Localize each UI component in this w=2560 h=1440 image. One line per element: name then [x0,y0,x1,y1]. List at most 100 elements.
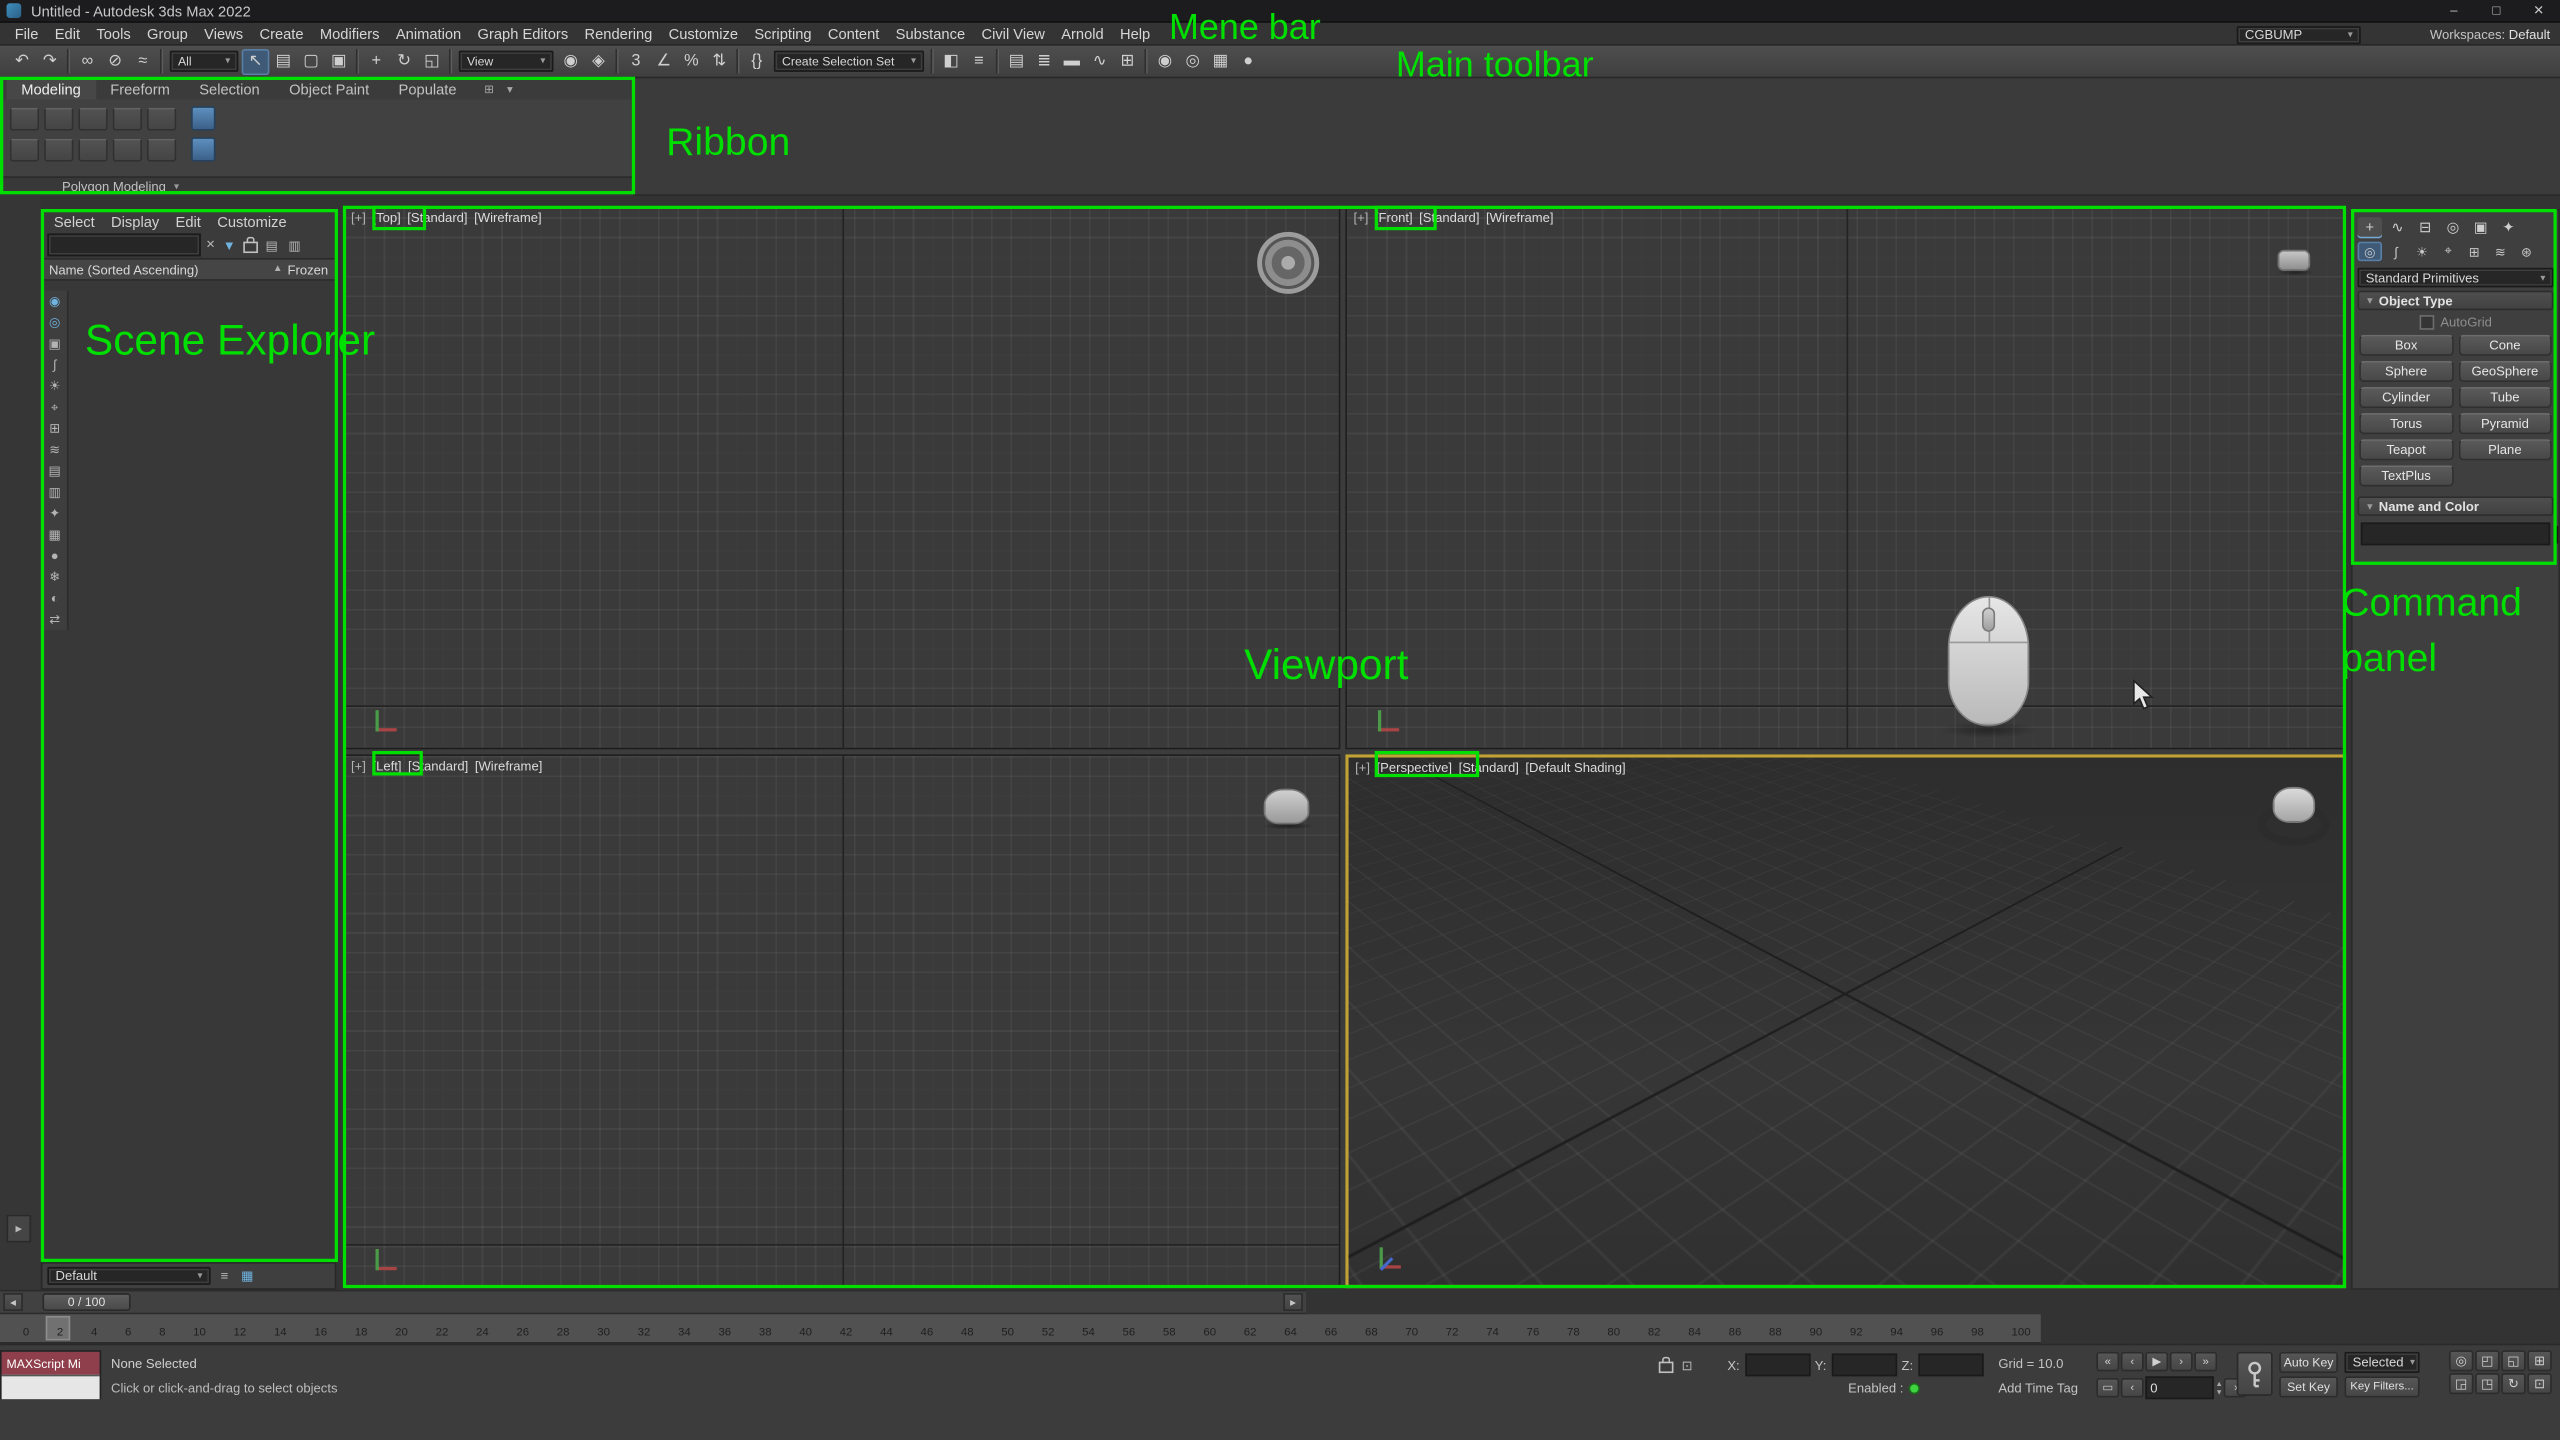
primitive-button-textplus[interactable]: TextPlus [2359,465,2453,486]
primitive-button-cylinder[interactable]: Cylinder [2359,387,2453,408]
window-crossing-icon[interactable]: ▣ [325,48,353,74]
align-icon[interactable]: ≡ [965,48,993,74]
current-frame-field[interactable] [2145,1376,2214,1399]
curve-editor-icon[interactable]: ∿ [1086,48,1114,74]
mirror-icon[interactable]: ◧ [937,48,965,74]
scene-object-front-small[interactable] [2278,250,2311,271]
menu-modifiers[interactable]: Modifiers [312,25,388,41]
add-time-tag[interactable]: Add Time Tag [1998,1381,2078,1396]
clear-search-icon[interactable]: ✕ [206,238,216,251]
explorer-menu-customize[interactable]: Customize [209,213,295,229]
material-editor-icon[interactable]: ◉ [1151,48,1179,74]
primitive-button-plane[interactable]: Plane [2458,439,2552,460]
ribbon-tool-button[interactable] [10,138,39,161]
ribbon-tab-freeform[interactable]: Freeform [96,78,185,99]
named-selection-set-combo[interactable]: Create Selection Set▾ [774,51,924,72]
scene-explorer-search-input[interactable] [47,233,200,256]
reference-coordinate-combo[interactable]: View▾ [459,51,554,72]
menu-help[interactable]: Help [1112,25,1159,41]
angle-snap-icon[interactable]: ∠ [650,48,678,74]
key-filters-button[interactable]: Key Filters... [2344,1376,2419,1397]
viewport-front[interactable]: [+] [Front] [Standard] [Wireframe] [1345,206,2346,750]
sort-ascending-icon[interactable]: ▲ [273,264,288,274]
autogrid-checkbox[interactable] [2419,315,2434,330]
primitive-button-pyramid[interactable]: Pyramid [2458,413,2552,434]
se-display-lights-icon[interactable]: ☀ [42,376,66,397]
systems-category-icon[interactable]: ⊛ [2514,242,2538,262]
primitive-button-torus[interactable]: Torus [2359,413,2453,434]
set-key-button[interactable]: Set Key [2279,1376,2338,1397]
menu-tools[interactable]: Tools [88,25,139,41]
previous-key-icon[interactable]: ‹ [2121,1352,2144,1372]
minimize-button[interactable]: – [2433,0,2475,21]
explorer-preset-combo[interactable]: Default ▾ [47,1267,210,1285]
menu-animation[interactable]: Animation [388,25,470,41]
toggle-scene-explorer-icon[interactable]: ▤ [1002,48,1030,74]
menu-scripting[interactable]: Scripting [746,25,819,41]
primitive-button-tube[interactable]: Tube [2458,387,2552,408]
se-display-frozen-icon[interactable]: ❄ [42,567,66,588]
object-color-swatch[interactable] [2555,525,2558,543]
menu-content[interactable]: Content [820,25,888,41]
se-display-shapes-icon[interactable]: ∫ [42,354,66,375]
key-mode-icon[interactable]: ▭ [2096,1378,2119,1398]
modify-tab-icon[interactable]: ∿ [2385,216,2409,237]
lock-icon[interactable] [243,242,258,253]
previous-frame-icon[interactable]: ◂ [3,1293,23,1311]
viewport-pov-label[interactable]: [Perspective] [1377,761,1453,776]
viewport-renderer-label[interactable]: [Standard] [408,759,468,774]
adaptive-degradation[interactable]: Enabled : [1848,1381,1920,1396]
frame-spinner[interactable]: ▲▼ [2216,1380,2223,1396]
motion-tab-icon[interactable]: ◎ [2441,216,2465,237]
select-and-move-icon[interactable]: + [362,48,390,74]
ribbon-tool-button[interactable] [147,107,176,130]
select-and-manipulate-icon[interactable]: ◈ [584,48,612,74]
rectangular-selection-region-icon[interactable]: ▢ [297,48,325,74]
lights-category-icon[interactable]: ☀ [2410,242,2434,262]
name-color-rollout[interactable]: ▾ Name and Color [2358,496,2554,516]
se-display-groups-icon[interactable]: ▤ [42,460,66,481]
menu-arnold[interactable]: Arnold [1053,25,1112,41]
spinner-snap-icon[interactable]: ⇅ [705,48,733,74]
next-frame-icon[interactable]: ▸ [1283,1293,1303,1311]
dock-handle[interactable]: ▸ [7,1215,31,1243]
explorer-settings-icon[interactable]: ≡ [216,1269,234,1284]
ribbon-tab-populate[interactable]: Populate [384,78,471,99]
polygon-modeling-section[interactable]: Polygon Modeling ▾ [0,176,633,196]
space-warps-category-icon[interactable]: ≋ [2488,242,2512,262]
explorer-menu-display[interactable]: Display [103,213,168,229]
viewport-splitter[interactable] [1340,206,1345,1288]
use-pivot-center-icon[interactable]: ◉ [557,48,585,74]
render-setup-icon[interactable]: ◎ [1179,48,1207,74]
toggle-ribbon-icon[interactable]: ▬ [1058,48,1086,74]
cameras-category-icon[interactable]: ⌖ [2436,242,2460,262]
ribbon-tool-button[interactable] [44,107,73,130]
se-display-all-icon[interactable]: ◉ [42,291,66,312]
viewport-menu-icon[interactable]: [+] [351,211,366,226]
selection-lock-icon[interactable] [1659,1362,1674,1373]
auto-key-button[interactable]: Auto Key [2279,1352,2338,1373]
se-display-geometry-icon[interactable]: ▣ [42,333,66,354]
undo-icon[interactable]: ↶ [8,48,36,74]
percent-snap-icon[interactable]: % [678,48,706,74]
ribbon-tool-button[interactable] [10,107,39,130]
ribbon-tool-button[interactable] [113,138,142,161]
list-view-icon[interactable]: ▥ [286,238,304,253]
next-key-icon[interactable]: › [2170,1352,2193,1372]
ribbon-tool-button[interactable] [78,138,107,161]
create-tab-icon[interactable]: + [2358,216,2382,237]
se-display-xrefs-icon[interactable]: ▥ [42,482,66,503]
ribbon-tool-button[interactable] [113,107,142,130]
orbit-icon[interactable]: ↻ [2501,1373,2525,1394]
ribbon-poly-modeling-button[interactable] [191,106,215,130]
primitive-button-cone[interactable]: Cone [2458,335,2552,356]
maxscript-mini-listener[interactable]: MAXScript Mi [0,1350,101,1399]
viewport-top[interactable]: [+] [Top] [Standard] [Wireframe] [343,206,1341,750]
explorer-grid-icon[interactable]: ▦ [238,1269,256,1284]
select-by-name-icon[interactable]: ▤ [269,48,297,74]
object-type-rollout[interactable]: ▾ Object Type [2358,291,2554,311]
object-name-input[interactable] [2361,522,2550,545]
select-object-icon[interactable]: ↖ [242,48,270,74]
viewport-renderer-label[interactable]: [Standard] [1419,211,1479,226]
go-to-start-icon[interactable]: « [2096,1352,2119,1372]
